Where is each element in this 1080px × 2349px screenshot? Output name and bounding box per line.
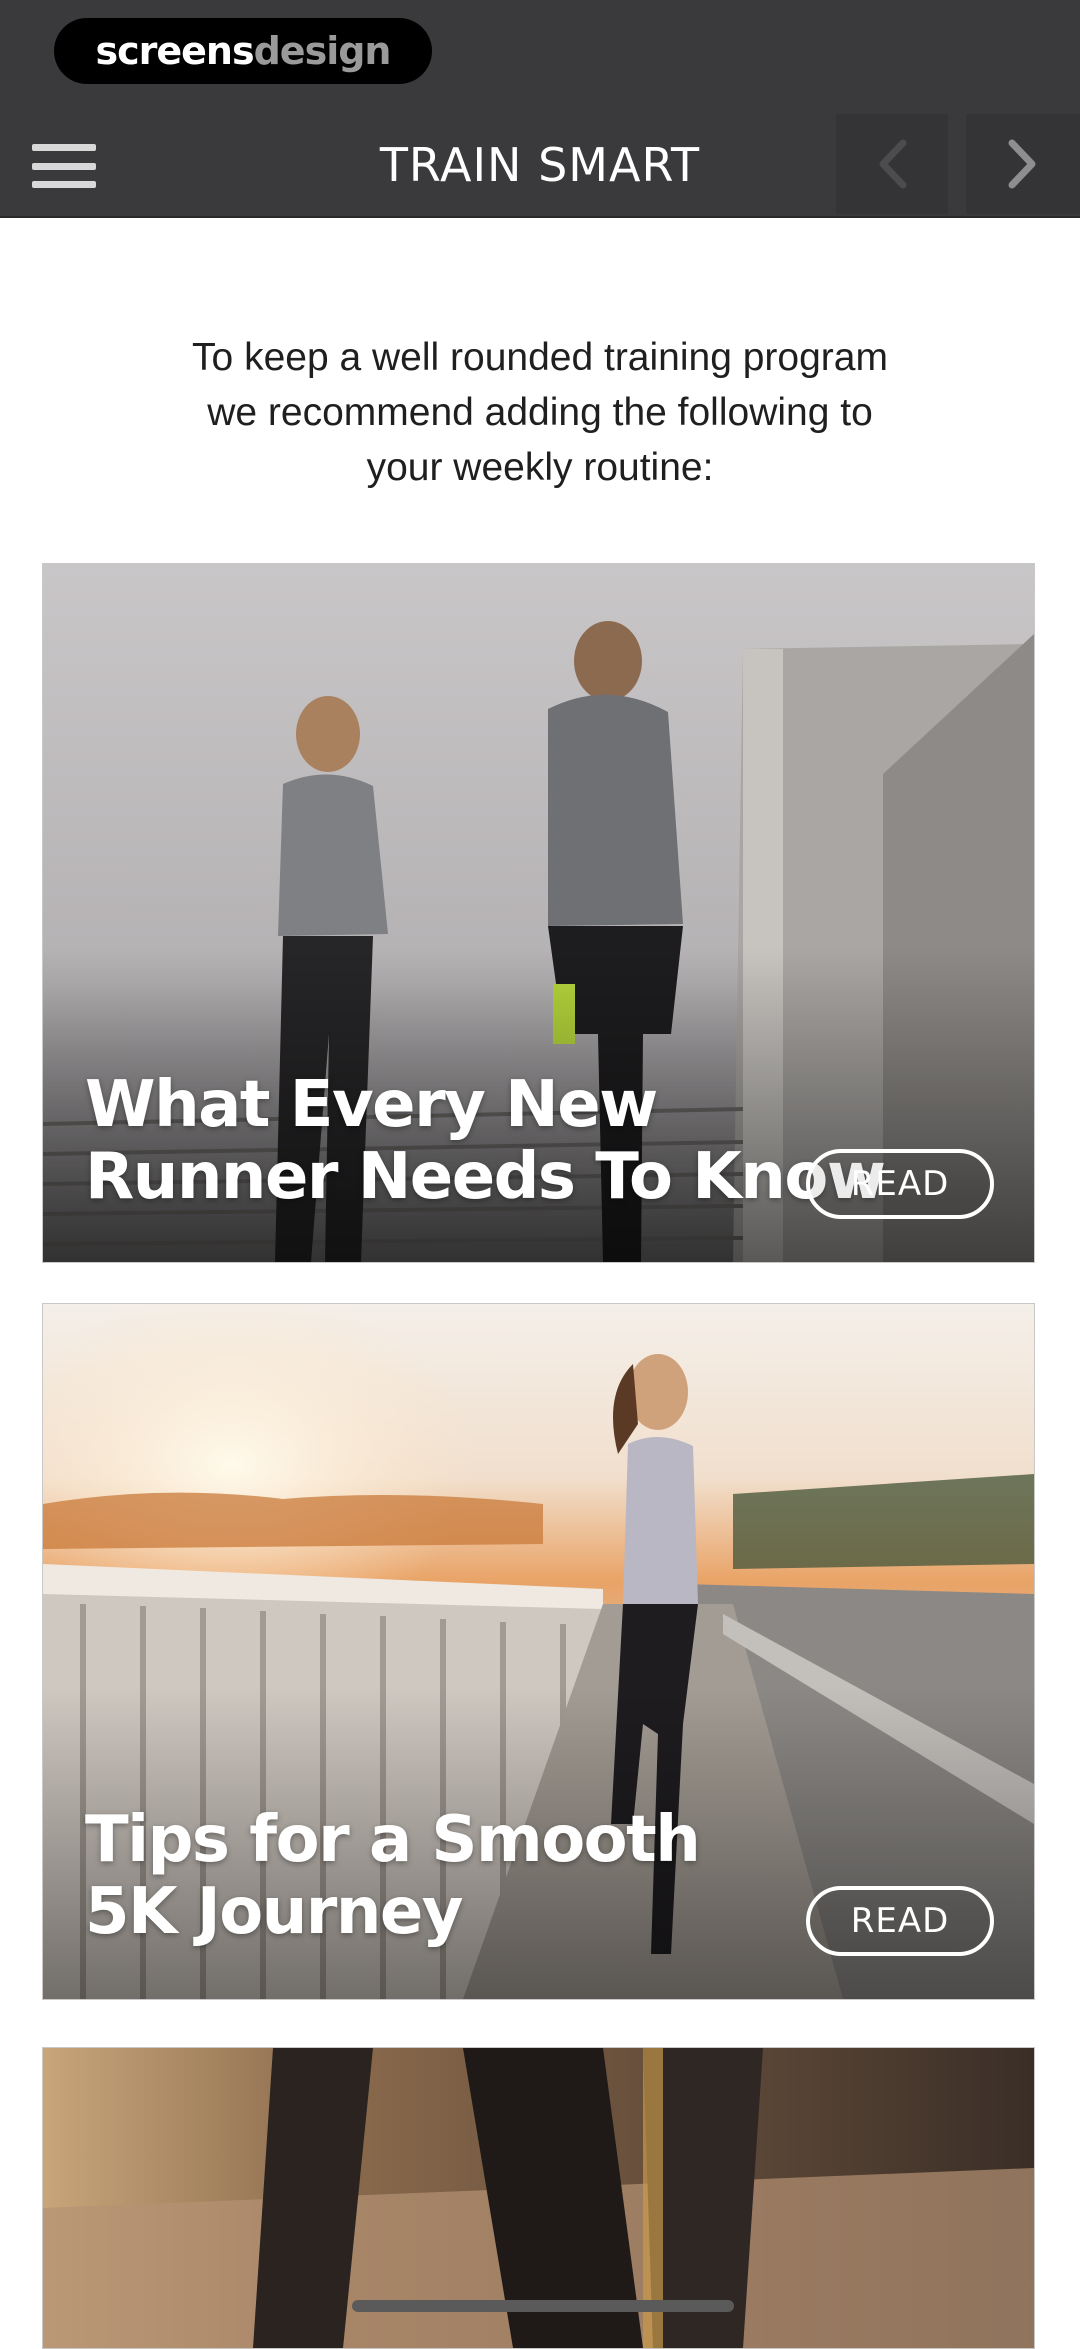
intro-line: your weekly routine: xyxy=(366,446,714,489)
article-card[interactable]: What Every New Runner Needs To Know READ xyxy=(42,563,1035,1263)
chevron-right-icon xyxy=(1008,139,1036,189)
article-title: Tips for a Smooth 5K Journey xyxy=(85,1803,701,1949)
hamburger-menu-icon[interactable] xyxy=(32,144,98,188)
logo-text-primary: screens xyxy=(95,29,255,73)
brand-strip: screens design xyxy=(0,0,1080,114)
intro-text: To keep a well rounded training program … xyxy=(100,330,980,495)
page-title: TRAIN SMART xyxy=(379,138,701,192)
article-title-line: What Every New xyxy=(85,1068,658,1142)
screensdesign-logo: screens design xyxy=(54,18,432,84)
read-button[interactable]: READ xyxy=(806,1886,994,1956)
article-title-line: 5K Journey xyxy=(85,1875,464,1949)
navigation-bar: TRAIN SMART xyxy=(0,114,1080,218)
article-title-line: Tips for a Smooth xyxy=(85,1803,701,1877)
article-card[interactable]: Tips for a Smooth 5K Journey READ xyxy=(42,1303,1035,2000)
chevron-left-icon xyxy=(879,139,907,189)
intro-line: To keep a well rounded training program xyxy=(192,336,888,379)
previous-button[interactable] xyxy=(836,114,948,214)
article-title: What Every New Runner Needs To Know xyxy=(85,1068,886,1214)
logo-text-secondary: design xyxy=(253,29,392,73)
next-button[interactable] xyxy=(966,114,1080,214)
intro-line: we recommend adding the following to xyxy=(207,391,873,434)
home-indicator xyxy=(352,2300,734,2312)
read-button[interactable]: READ xyxy=(806,1149,994,1219)
article-title-line: Runner Needs To Know xyxy=(85,1140,886,1214)
